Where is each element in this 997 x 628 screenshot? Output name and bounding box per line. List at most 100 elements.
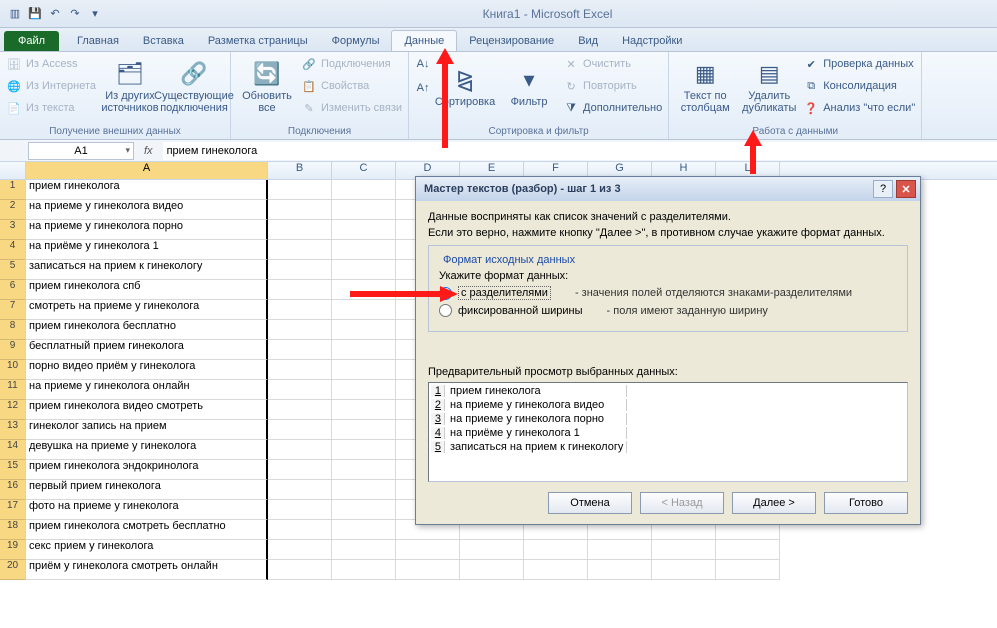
cell[interactable]: девушка на приеме у гинеколога	[26, 440, 268, 460]
sort-asc-button[interactable]: A↓	[415, 54, 431, 74]
cell[interactable]	[716, 540, 780, 560]
cell[interactable]	[332, 460, 396, 480]
cell[interactable]	[588, 560, 652, 580]
cell[interactable]: прием гинеколога смотреть бесплатно	[26, 520, 268, 540]
cell[interactable]	[332, 320, 396, 340]
radio-fixed-width[interactable]	[439, 304, 452, 317]
excel-icon[interactable]: ▥	[6, 5, 24, 23]
cell[interactable]	[268, 560, 332, 580]
radio-fixed-label[interactable]: фиксированной ширины	[458, 305, 583, 317]
cell[interactable]	[396, 540, 460, 560]
cell[interactable]: прием гинеколога	[26, 180, 268, 200]
cell[interactable]	[268, 200, 332, 220]
advanced-filter-button[interactable]: ⧩Дополнительно	[563, 98, 662, 118]
radio-delimited-label[interactable]: с разделителями	[458, 286, 551, 300]
tab-insert[interactable]: Вставка	[131, 31, 196, 51]
cell[interactable]: приём у гинеколога смотреть онлайн	[26, 560, 268, 580]
row-header[interactable]: 20	[0, 560, 26, 580]
cell[interactable]	[268, 280, 332, 300]
connections-button[interactable]: 🔗Подключения	[301, 54, 402, 74]
row-header[interactable]: 19	[0, 540, 26, 560]
cell[interactable]	[268, 320, 332, 340]
from-text-button[interactable]: 📄Из текста	[6, 98, 96, 118]
cell[interactable]	[268, 300, 332, 320]
cell[interactable]	[332, 200, 396, 220]
from-web-button[interactable]: 🌐Из Интернета	[6, 76, 96, 96]
row-header[interactable]: 17	[0, 500, 26, 520]
cell[interactable]: на приеме у гинеколога порно	[26, 220, 268, 240]
row-header[interactable]: 4	[0, 240, 26, 260]
cell[interactable]	[268, 400, 332, 420]
select-all-corner[interactable]	[0, 162, 26, 179]
tab-formulas[interactable]: Формулы	[320, 31, 392, 51]
cell[interactable]	[332, 180, 396, 200]
tab-data[interactable]: Данные	[391, 30, 457, 51]
cell[interactable]: прием гинеколога видео смотреть	[26, 400, 268, 420]
cell[interactable]	[332, 240, 396, 260]
filter-button[interactable]: ▾ Фильтр	[499, 54, 559, 120]
cell[interactable]	[332, 560, 396, 580]
fx-icon[interactable]: fx	[144, 145, 153, 157]
tab-home[interactable]: Главная	[65, 31, 131, 51]
dialog-titlebar[interactable]: Мастер текстов (разбор) - шаг 1 из 3 ? ✕	[416, 177, 920, 201]
dialog-close-button[interactable]: ✕	[896, 180, 916, 198]
cell[interactable]	[332, 280, 396, 300]
cell[interactable]	[268, 340, 332, 360]
cell[interactable]: бесплатный прием гинеколога	[26, 340, 268, 360]
tab-addins[interactable]: Надстройки	[610, 31, 694, 51]
from-other-sources-button[interactable]: 🗂 Из других источников	[100, 54, 160, 120]
radio-delimited[interactable]	[439, 287, 452, 300]
cell[interactable]: порно видео приём у гинеколога	[26, 360, 268, 380]
from-access-button[interactable]: 🗄Из Access	[6, 54, 96, 74]
cell[interactable]: прием гинеколога эндокринолога	[26, 460, 268, 480]
cell[interactable]: секс прием у гинеколога	[26, 540, 268, 560]
preview-box[interactable]: 1прием гинеколога2на приеме у гинеколога…	[428, 382, 908, 482]
row-header[interactable]: 18	[0, 520, 26, 540]
cell[interactable]	[268, 440, 332, 460]
back-button[interactable]: < Назад	[640, 492, 724, 514]
cell[interactable]	[524, 540, 588, 560]
tab-file[interactable]: Файл	[4, 31, 59, 51]
save-icon[interactable]: 💾	[26, 5, 44, 23]
cell[interactable]: на приеме у гинеколога видео	[26, 200, 268, 220]
cell[interactable]	[268, 500, 332, 520]
row-header[interactable]: 12	[0, 400, 26, 420]
cell[interactable]	[268, 240, 332, 260]
cell[interactable]	[268, 460, 332, 480]
cell[interactable]	[524, 560, 588, 580]
next-button[interactable]: Далее >	[732, 492, 816, 514]
cell[interactable]	[268, 380, 332, 400]
cell[interactable]	[588, 540, 652, 560]
cell[interactable]	[332, 380, 396, 400]
formula-input[interactable]	[163, 142, 997, 160]
edit-links-button[interactable]: ✎Изменить связи	[301, 98, 402, 118]
text-to-columns-button[interactable]: ▦ Текст по столбцам	[675, 54, 735, 120]
cell[interactable]	[268, 480, 332, 500]
cell[interactable]	[268, 220, 332, 240]
row-header[interactable]: 1	[0, 180, 26, 200]
column-header-b[interactable]: B	[268, 162, 332, 179]
cancel-button[interactable]: Отмена	[548, 492, 632, 514]
existing-connections-button[interactable]: 🔗 Существующие подключения	[164, 54, 224, 120]
cell[interactable]: первый прием гинеколога	[26, 480, 268, 500]
sort-desc-button[interactable]: A↑	[415, 78, 431, 98]
cell[interactable]: записаться на прием к гинекологу	[26, 260, 268, 280]
row-header[interactable]: 15	[0, 460, 26, 480]
row-header[interactable]: 8	[0, 320, 26, 340]
row-header[interactable]: 16	[0, 480, 26, 500]
clear-filter-button[interactable]: ✕Очистить	[563, 54, 662, 74]
row-header[interactable]: 3	[0, 220, 26, 240]
cell[interactable]	[332, 360, 396, 380]
cell[interactable]	[332, 300, 396, 320]
sort-button[interactable]: ⧎ Сортировка	[435, 54, 495, 120]
refresh-all-button[interactable]: 🔄 Обновить все	[237, 54, 297, 120]
qat-dropdown-icon[interactable]: ▾	[86, 5, 104, 23]
cell[interactable]	[268, 540, 332, 560]
dialog-help-button[interactable]: ?	[873, 180, 893, 198]
cell[interactable]	[268, 420, 332, 440]
what-if-button[interactable]: ❓Анализ "что если"	[803, 98, 915, 118]
cell[interactable]: гинеколог запись на прием	[26, 420, 268, 440]
name-box[interactable]: A1	[28, 142, 134, 160]
cell[interactable]: смотреть на приеме у гинеколога	[26, 300, 268, 320]
cell[interactable]	[332, 340, 396, 360]
